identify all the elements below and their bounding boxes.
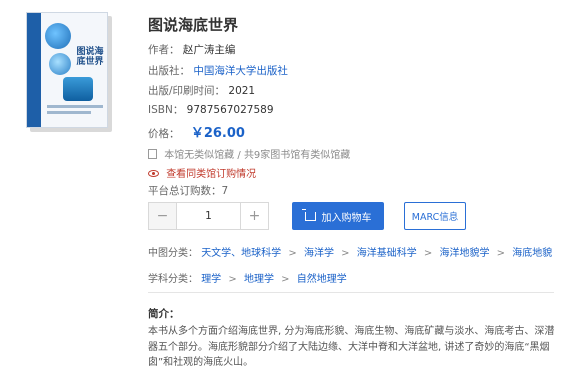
clc-separator: > — [496, 248, 506, 259]
isbn-label: ISBN： — [148, 104, 184, 116]
year-value: 2021 — [228, 85, 256, 97]
clc-item[interactable]: 海底地貌 — [512, 248, 552, 259]
publisher-label: 出版社： — [148, 65, 190, 77]
cart-icon — [301, 208, 316, 221]
quantity-input[interactable]: 1 — [177, 203, 240, 229]
clc-item[interactable]: 天文学、地球科学 — [201, 248, 281, 259]
cover-text-line — [47, 111, 91, 114]
cover-title: 图说海底世界 — [76, 47, 104, 68]
divider — [148, 292, 554, 293]
book-title: 图说海底世界 — [148, 16, 239, 34]
book-cover[interactable]: 图说海底世界 — [26, 12, 112, 132]
cover-text-line — [47, 105, 103, 108]
summary-heading: 简介： — [148, 308, 180, 320]
cover-face: 图说海底世界 — [26, 12, 108, 128]
cover-band — [27, 13, 41, 127]
clc-classification: 中图分类： 天文学、地球科学 > 海洋学 > 海洋基础科学 > 海洋地貌学 > … — [148, 244, 552, 259]
summary-text: 本书从多个方面介绍海底世界, 分为海底形貌、海底生物、海底矿藏与淡水、海底考古、… — [148, 326, 555, 368]
check-orders-link[interactable]: 查看同类馆订购情况 — [148, 165, 256, 180]
author-label: 作者： — [148, 44, 180, 56]
clc-item[interactable]: 海洋学 — [304, 248, 334, 259]
clc-item[interactable]: 海洋基础科学 — [357, 248, 417, 259]
price-label: 价格： — [148, 128, 180, 140]
add-to-cart-label: 加入购物车 — [321, 212, 372, 224]
local-holdings: 本馆无类似馆藏 — [164, 150, 235, 161]
clc-separator: > — [341, 248, 350, 259]
clc-separator: > — [423, 248, 433, 259]
marc-info-button[interactable]: MARC信息 — [404, 202, 466, 230]
price-value: ￥26.00 — [190, 126, 245, 141]
year-label: 出版/印刷时间： — [148, 85, 226, 97]
subject-item[interactable]: 自然地理学 — [297, 274, 347, 285]
author-row: 作者： 赵广涛主编 — [148, 42, 235, 57]
decrement-button[interactable]: − — [149, 203, 177, 229]
subject-classification: 学科分类： 理学 > 地理学 > 自然地理学 — [148, 270, 347, 285]
subject-item[interactable]: 地理学 — [244, 274, 274, 285]
publisher-link[interactable]: 中国海洋大学出版社 — [193, 65, 288, 77]
quantity-stepper: − 1 + — [148, 202, 269, 230]
eye-icon — [148, 170, 159, 177]
author-value: 赵广涛主编 — [182, 44, 236, 56]
increment-button[interactable]: + — [240, 203, 268, 229]
subject-separator: > — [281, 274, 290, 285]
price-row: 价格： ￥26.00 — [148, 122, 245, 141]
cover-ocean-image — [49, 53, 71, 75]
check-orders-label: 查看同类馆订购情况 — [166, 169, 257, 180]
total-orders: 平台总订购数：7 — [148, 185, 229, 197]
year-row: 出版/印刷时间： 2021 — [148, 83, 255, 98]
publisher-row: 出版社： 中国海洋大学出版社 — [148, 63, 288, 78]
clc-separator: > — [288, 248, 297, 259]
subject-separator: > — [228, 274, 237, 285]
clc-item[interactable]: 海洋地貌学 — [439, 248, 489, 259]
clc-label: 中图分类： — [148, 248, 198, 259]
note-icon — [148, 149, 157, 159]
subject-item[interactable]: 理学 — [201, 274, 221, 285]
subject-label: 学科分类： — [148, 274, 198, 285]
add-to-cart-button[interactable]: 加入购物车 — [292, 202, 384, 230]
holdings-separator: / — [237, 150, 241, 161]
isbn-row: ISBN： 9787567027589 — [148, 102, 274, 117]
isbn-value: 9787567027589 — [186, 104, 274, 116]
holdings-row: 本馆无类似馆藏 / 共9家图书馆有类似馆藏 — [148, 146, 350, 161]
other-holdings-link[interactable]: 共9家图书馆有类似馆藏 — [244, 150, 350, 161]
cover-ocean-image — [63, 77, 93, 101]
cover-ocean-image — [45, 23, 71, 49]
